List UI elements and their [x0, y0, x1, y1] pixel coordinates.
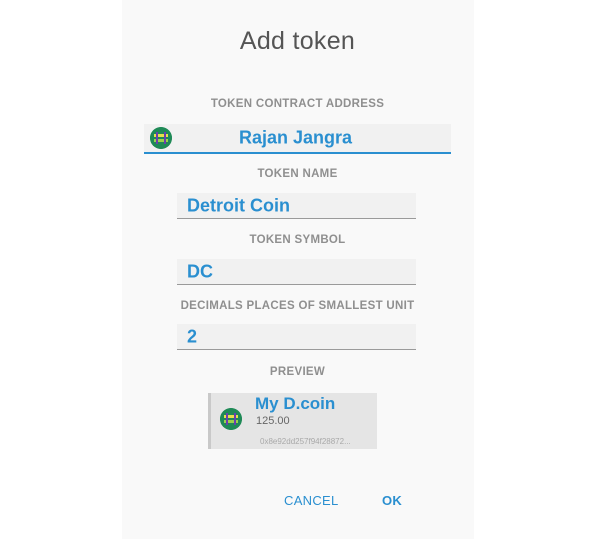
token-preview-card: My D.coin 125.00 0x8e92dd257f94f28872... — [208, 393, 377, 449]
preview-token-address: 0x8e92dd257f94f28872... — [260, 437, 351, 446]
preview-label: PREVIEW — [269, 366, 326, 378]
decimals-label: DECIMALS PLACES OF SMALLEST UNIT — [180, 300, 415, 312]
token-name-value: Detroit Coin — [187, 195, 290, 215]
token-symbol-value: DC — [187, 261, 213, 281]
token-preview-icon — [220, 408, 242, 430]
decimals-field[interactable]: 2 — [177, 324, 416, 350]
ok-button[interactable]: OK — [382, 493, 402, 508]
decimals-value: 2 — [187, 326, 198, 346]
contract-address-field[interactable]: Rajan Jangra — [144, 124, 451, 154]
contract-address-label: TOKEN CONTRACT ADDRESS — [210, 98, 385, 110]
token-avatar-icon — [150, 127, 172, 149]
token-symbol-field[interactable]: DC — [177, 259, 416, 285]
preview-token-name: My D.coin — [255, 394, 336, 413]
dialog-title: Add token — [239, 27, 356, 55]
preview-token-amount: 125.00 — [256, 415, 290, 427]
token-name-label: TOKEN NAME — [257, 168, 338, 180]
cancel-button[interactable]: CANCEL — [284, 493, 339, 508]
token-name-field[interactable]: Detroit Coin — [177, 193, 416, 219]
contract-address-value: Rajan Jangra — [239, 127, 353, 148]
token-symbol-label: TOKEN SYMBOL — [249, 234, 346, 246]
